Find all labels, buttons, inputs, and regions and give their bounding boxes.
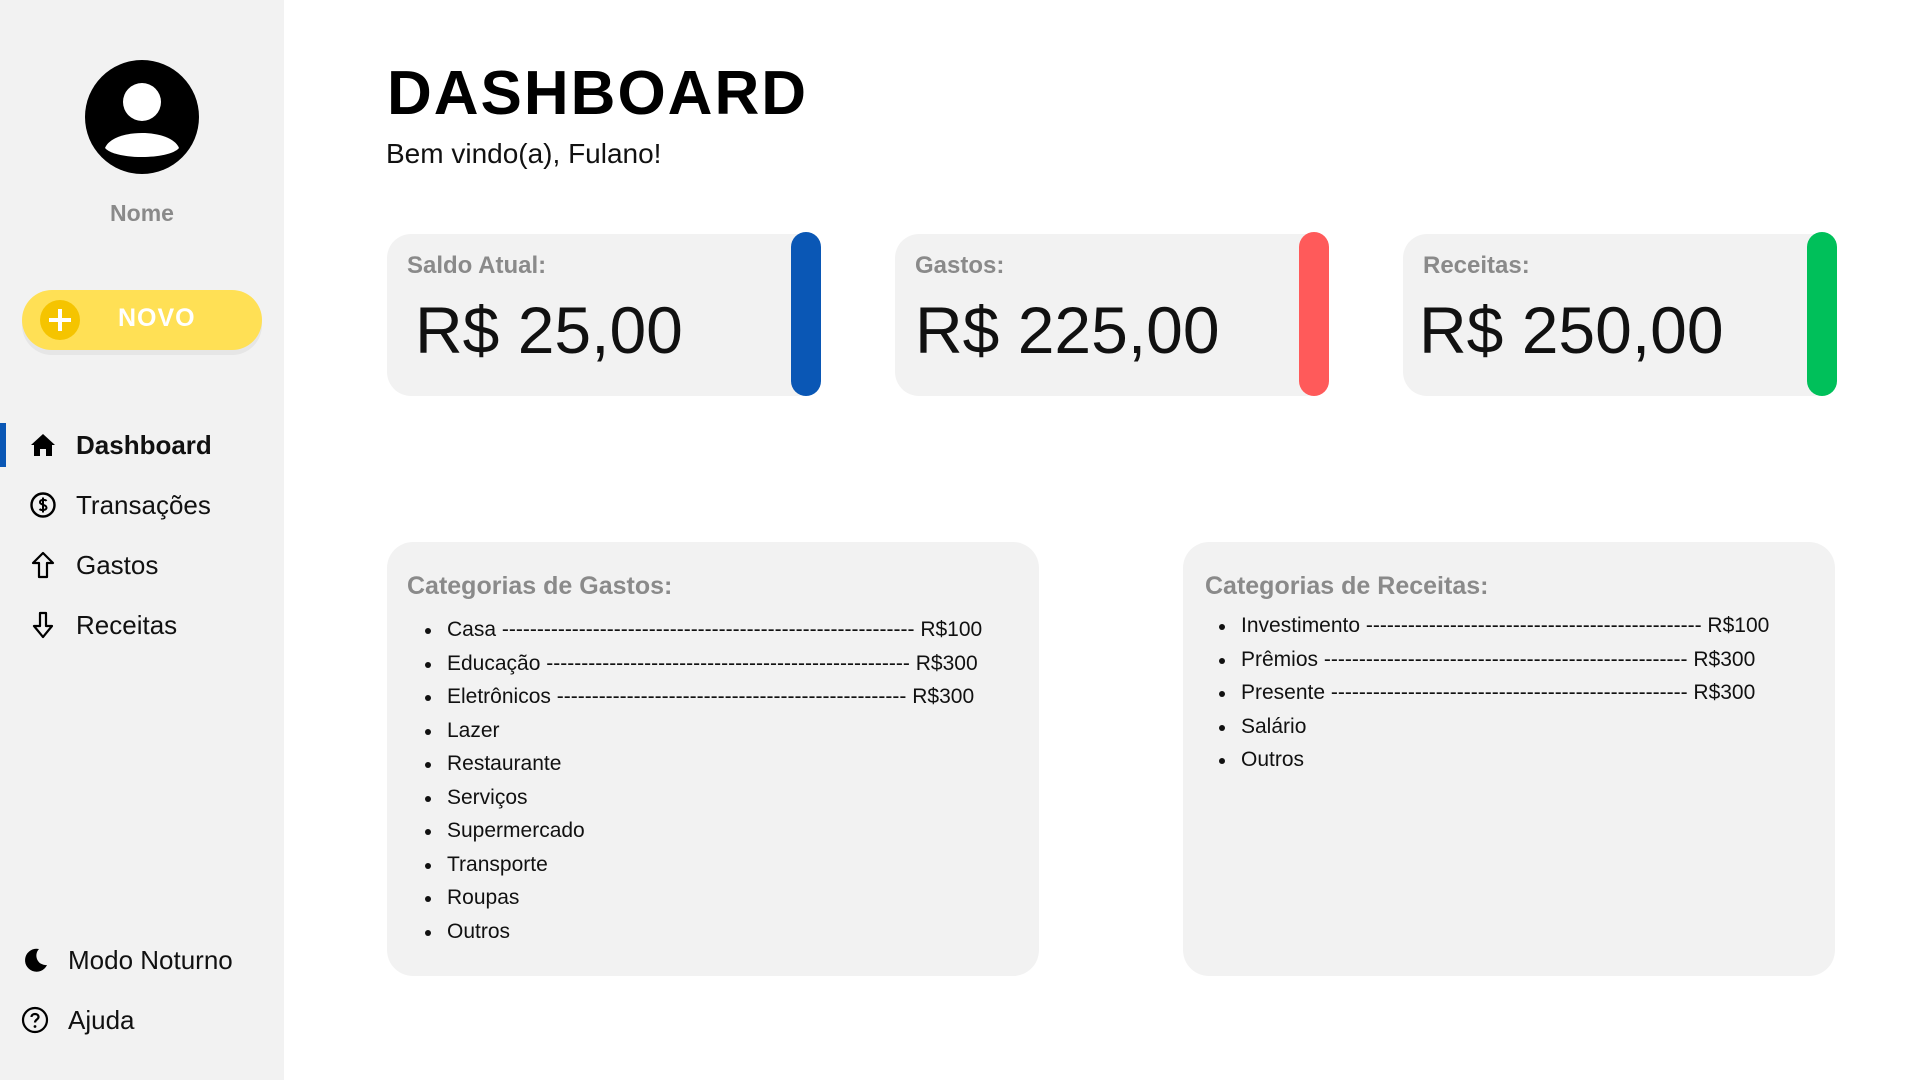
user-avatar-icon [85,60,199,174]
nav-label: Receitas [76,609,178,640]
category-amount: R$300 [1693,647,1756,671]
category-label: Educação [447,651,541,675]
category-amount: R$100 [920,618,983,641]
panel-title: Categorias de Receitas: [1205,572,1489,600]
card-label: Saldo Atual: [407,252,547,279]
nav-label: Modo Noturno [68,944,233,975]
welcome-message: Bem vindo(a), Fulano! [386,138,662,169]
arrow-down-icon [32,611,54,639]
nav-label: Gastos [76,549,159,580]
card-label: Gastos: [915,252,1005,279]
home-icon [31,434,55,456]
list-item: Eletrônicos ----------------------------… [425,685,982,719]
nav-item-modo-noturno[interactable]: Modo Noturno [0,930,284,990]
dotted-leader: ----------------------------------------… [556,685,907,708]
category-label: Transporte [447,852,548,876]
panel-title: Categorias de Gastos: [407,572,673,600]
income-categories-panel: Categorias de Receitas: Investimento ---… [1183,542,1835,976]
new-button[interactable]: NOVO [22,290,262,350]
dotted-leader: ----------------------------------------… [1330,681,1688,704]
card-label: Receitas: [1423,252,1530,279]
balance-card: Saldo Atual: R$ 25,00 [387,232,821,396]
nav-item-gastos[interactable]: Gastos [0,535,284,595]
card-accent-bar [791,232,821,396]
list-item: Salário [1219,715,1769,749]
page-title: DASHBOARD [387,59,808,128]
nav-item-dashboard[interactable]: Dashboard [0,415,284,475]
category-label: Outros [1241,748,1305,771]
arrow-up-icon [31,551,55,579]
category-label: Roupas [447,886,520,909]
list-item: Educação -------------------------------… [425,652,982,686]
main-nav: Dashboard Transações Gastos Receitas [0,415,284,655]
list-item: Transporte [425,853,982,887]
list-item: Outros [1219,748,1769,782]
category-label: Salário [1241,714,1307,738]
category-label: Casa [447,618,497,641]
expense-category-list: Casa -----------------------------------… [425,618,982,953]
user-name: Nome [110,200,174,226]
income-card: Receitas: R$ 250,00 [1403,232,1837,396]
list-item: Supermercado [425,819,982,853]
nav-label: Dashboard [76,429,212,460]
category-label: Prêmios [1241,647,1319,671]
plus-icon [40,300,80,340]
card-value: R$ 225,00 [915,293,1220,367]
sidebar: Nome NOVO Dashboard Transações Gastos Re… [0,0,284,1080]
bottom-nav: Modo Noturno Ajuda [0,930,284,1050]
dollar-circle-icon [30,492,56,518]
list-item: Outros [425,920,982,954]
card-value: R$ 250,00 [1419,293,1724,367]
dotted-leader: ----------------------------------------… [1323,647,1688,671]
nav-label: Ajuda [68,1004,135,1035]
dotted-leader: ----------------------------------------… [1365,614,1702,637]
nav-item-ajuda[interactable]: Ajuda [0,990,284,1050]
app: Nome NOVO Dashboard Transações Gastos Re… [0,0,1920,1080]
help-circle-icon [21,1006,49,1034]
list-item: Investimento ---------------------------… [1219,614,1769,648]
category-amount: R$300 [1693,681,1756,704]
list-item: Prêmios --------------------------------… [1219,648,1769,682]
category-label: Serviços [447,785,528,809]
expenses-card: Gastos: R$ 225,00 [895,232,1329,396]
nav-item-transacoes[interactable]: Transações [0,475,284,535]
category-label: Restaurante [447,752,562,775]
nav-label: Transações [76,489,211,520]
avatar[interactable] [85,60,199,174]
category-label: Supermercado [447,819,585,842]
card-value: R$ 25,00 [415,293,683,367]
list-item: Presente -------------------------------… [1219,681,1769,715]
category-amount: R$300 [912,685,975,708]
category-amount: R$100 [1707,614,1770,637]
dotted-leader: ----------------------------------------… [546,651,910,675]
list-item: Serviços [425,786,982,820]
list-item: Casa -----------------------------------… [425,618,982,652]
expense-categories-panel: Categorias de Gastos: Casa -------------… [387,542,1039,976]
list-item: Roupas [425,886,982,920]
card-accent-bar [1807,232,1837,396]
nav-item-receitas[interactable]: Receitas [0,595,284,655]
moon-icon [25,948,47,972]
dotted-leader: ----------------------------------------… [501,618,915,641]
card-accent-bar [1299,232,1329,396]
income-category-list: Investimento ---------------------------… [1219,614,1769,782]
category-label: Lazer [447,718,500,742]
category-amount: R$300 [915,651,978,675]
new-button-label: NOVO [118,304,196,332]
list-item: Lazer [425,719,982,753]
category-label: Presente [1241,681,1326,704]
category-label: Outros [447,919,511,943]
list-item: Restaurante [425,752,982,786]
category-label: Eletrônicos [447,685,551,708]
category-label: Investimento [1241,614,1361,637]
